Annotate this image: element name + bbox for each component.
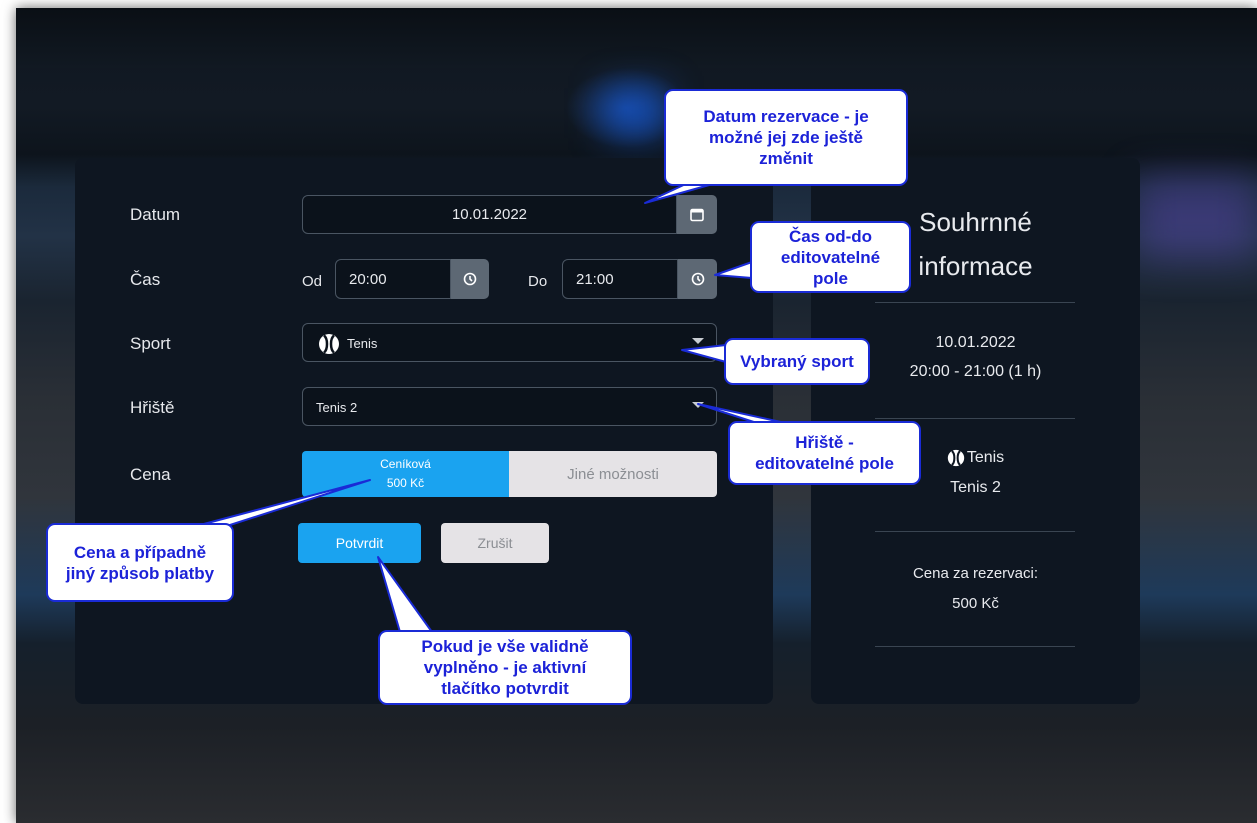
callout-date-line: možné jej zde ještě: [709, 128, 863, 147]
callout-pointer-sport: [681, 344, 727, 363]
callout-price: Cena a případně jiný způsob platby: [46, 523, 234, 602]
callout-time-line: editovatelné: [780, 247, 881, 267]
callout-pointer-time: [714, 261, 753, 279]
callout-price-line: Cena a případně: [73, 542, 207, 562]
callout-confirm-line: Pokud je vše validně: [421, 637, 589, 656]
callout-confirm-line: tlačítko potvrdit: [441, 679, 569, 698]
callout-time-line: pole: [813, 268, 848, 288]
callout-court: Hřiště - editovatelné pole: [728, 421, 921, 485]
callout-pointer-price: [199, 479, 371, 526]
callout-date: Datum rezervace - je možné jej zde ještě z…: [664, 89, 908, 186]
callout-price-line: jiný způsob platby: [65, 563, 215, 583]
callout-sport-text: Vybraný sport: [740, 352, 854, 371]
callout-date-line: změnit: [759, 149, 813, 168]
callout-pointer-confirm: [377, 556, 433, 633]
callout-court-line: Hřiště -: [795, 433, 854, 452]
callout-confirm: Pokud je vše validně vyplněno - je aktivn…: [378, 630, 632, 705]
callout-confirm-line: vyplněno - je aktivní: [423, 658, 587, 677]
callout-time: Čas od-do editovatelné pole: [750, 221, 911, 293]
callout-date-line: Datum rezervace - je: [703, 107, 869, 126]
callout-court-line: editovatelné pole: [755, 454, 894, 473]
callout-sport: Vybraný sport: [724, 338, 870, 385]
callout-time-line: Čas od-do: [788, 226, 873, 246]
